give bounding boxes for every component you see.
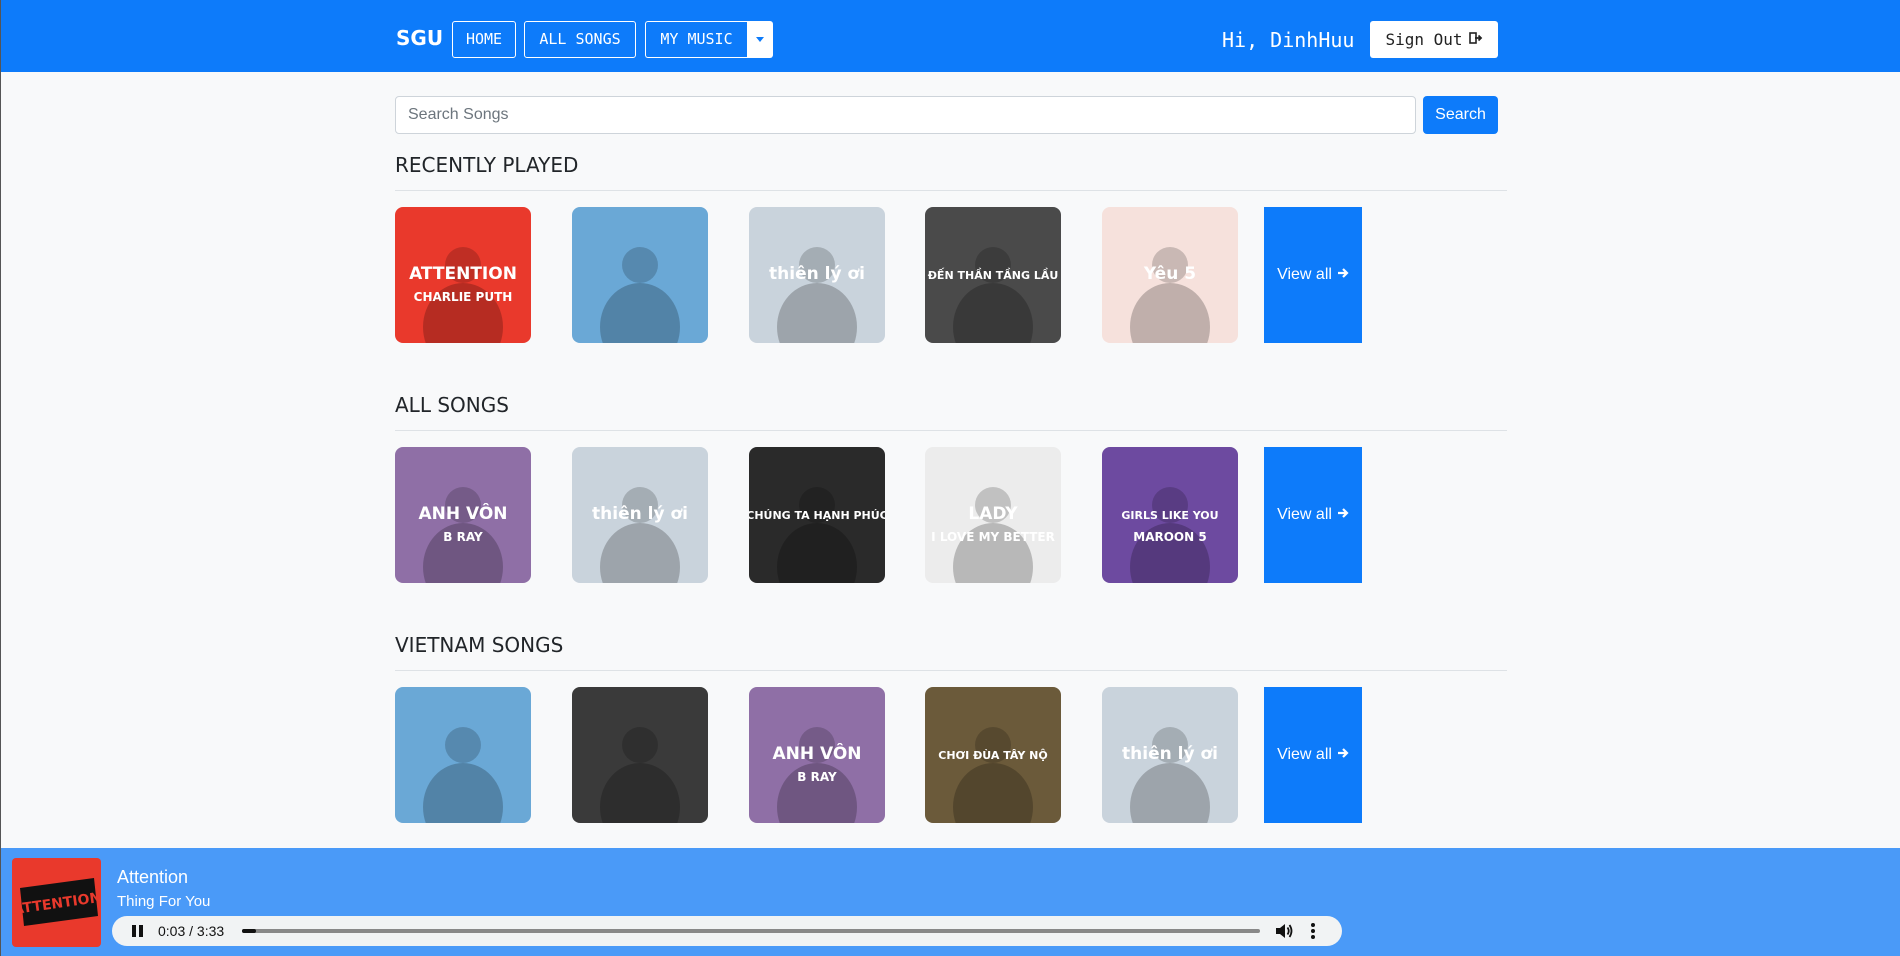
now-playing-title: Attention [117, 867, 189, 887]
view-all-label: View all [1277, 506, 1332, 523]
view-all-button[interactable]: View all [1264, 207, 1362, 343]
nav-all-songs-button[interactable]: ALL SONGS [524, 21, 636, 58]
album-cover-art: ATTENTION CHARLIE PUTH [395, 207, 531, 343]
album-cover-subtext: I LOVE MY BETTER [931, 530, 1055, 544]
my-music-dropdown-toggle[interactable] [747, 21, 773, 58]
section-title-recently-played: RECENTLY PLAYED [395, 153, 579, 177]
playback-time: 0:03 / 3:33 [158, 923, 225, 939]
album-card[interactable] [572, 687, 708, 823]
album-cover-art: thiên lý ơi [572, 447, 708, 583]
album-card[interactable]: LADY I LOVE MY BETTER [925, 447, 1061, 583]
section-divider [395, 430, 1507, 431]
album-card[interactable]: ANH VÔN B RAY [749, 687, 885, 823]
brand-logo[interactable]: SGU [396, 26, 443, 50]
album-card[interactable] [572, 207, 708, 343]
album-card[interactable]: thiên lý ơi [749, 207, 885, 343]
now-playing-artist: Thing For You [117, 893, 211, 910]
album-card[interactable] [395, 687, 531, 823]
navbar: SGU HOME ALL SONGS MY MUSIC Hi, DinhHuu … [1, 0, 1900, 72]
recently-played-row: ATTENTION CHARLIE PUTH thiên lý ơi ĐẾN THẦN… [395, 207, 1507, 343]
arrow-right-icon [1337, 746, 1349, 764]
album-cover-art: ANH VÔN B RAY [395, 447, 531, 583]
album-cover-text: thiên lý ơi [592, 504, 688, 524]
section-divider [395, 670, 1507, 671]
all-songs-row: ANH VÔN B RAY thiên lý ơi CHÚNG TA HẠNH PHÚ… [395, 447, 1507, 583]
album-card[interactable]: thiên lý ơi [1102, 687, 1238, 823]
sign-out-button[interactable]: Sign Out [1370, 21, 1498, 58]
album-cover-text: CHƠI ĐÙA TÂY NỘ [938, 749, 1047, 762]
album-card[interactable]: ANH VÔN B RAY [395, 447, 531, 583]
album-cover-art [395, 687, 531, 823]
sign-out-label: Sign Out [1385, 30, 1463, 49]
album-cover-art [572, 687, 708, 823]
album-cover-text: Yêu 5 [1143, 264, 1196, 284]
album-cover-art [572, 207, 708, 343]
section-divider [395, 190, 1507, 191]
album-cover-art: CHƠI ĐÙA TÂY NỘ [925, 687, 1061, 823]
album-cover-art: ĐẾN THẦN TẦNG LẦU [925, 207, 1061, 343]
audio-controls: 0:03 / 3:33 [112, 916, 1342, 946]
view-all-button[interactable]: View all [1264, 447, 1362, 583]
album-cover-subtext: MAROON 5 [1133, 530, 1206, 544]
search-button[interactable]: Search [1423, 96, 1498, 134]
album-cover-text: thiên lý ơi [1122, 744, 1218, 764]
album-cover-art: CHÚNG TA HẠNH PHÚC [749, 447, 885, 583]
user-greeting: Hi, DinhHuu [1222, 28, 1355, 52]
album-cover-text: GIRLS LIKE YOU [1121, 509, 1218, 522]
album-card[interactable]: ĐẾN THẦN TẦNG LẦU [925, 207, 1061, 343]
album-cover-text: ANH VÔN [418, 502, 507, 524]
album-cover-art: ANH VÔN B RAY [749, 687, 885, 823]
music-player: ATTENTION Attention Thing For You 0:03 /… [1, 848, 1900, 956]
arrow-right-icon [1337, 266, 1349, 284]
album-cover-subtext: CHARLIE PUTH [414, 290, 513, 304]
album-cover-subtext: B RAY [797, 770, 837, 784]
album-cover-art: LADY I LOVE MY BETTER [925, 447, 1061, 583]
album-card[interactable]: GIRLS LIKE YOU MAROON 5 [1102, 447, 1238, 583]
album-cover-art: thiên lý ơi [1102, 687, 1238, 823]
volume-icon[interactable] [1274, 922, 1294, 940]
album-cover-subtext: B RAY [443, 530, 483, 544]
album-cover-art: Yêu 5 [1102, 207, 1238, 343]
album-cover-art: thiên lý ơi [749, 207, 885, 343]
album-card[interactable]: thiên lý ơi [572, 447, 708, 583]
view-all-label: View all [1277, 266, 1332, 283]
more-options-icon[interactable] [1309, 923, 1317, 939]
section-title-all-songs: ALL SONGS [395, 393, 509, 417]
album-card[interactable]: CHÚNG TA HẠNH PHÚC [749, 447, 885, 583]
search-input[interactable] [395, 96, 1416, 134]
pause-icon[interactable] [132, 925, 144, 937]
album-cover-text: ATTENTION [409, 264, 517, 284]
album-cover-text: thiên lý ơi [769, 264, 865, 284]
sign-out-icon [1468, 31, 1483, 49]
now-playing-cover: ATTENTION [12, 858, 101, 947]
album-cover-text: CHÚNG TA HẠNH PHÚC [749, 509, 885, 522]
nav-my-music-button[interactable]: MY MUSIC [645, 21, 747, 58]
section-title-vietnam-songs: VIETNAM SONGS [395, 633, 564, 657]
album-card[interactable]: Yêu 5 [1102, 207, 1238, 343]
album-card[interactable]: CHƠI ĐÙA TÂY NỘ [925, 687, 1061, 823]
progress-bar[interactable] [242, 929, 1260, 933]
album-cover-text: LADY [968, 504, 1018, 524]
album-cover-art: GIRLS LIKE YOU MAROON 5 [1102, 447, 1238, 583]
vietnam-songs-row: ANH VÔN B RAY CHƠI ĐÙA TÂY NỘ thiên lý ơi Vi… [395, 687, 1507, 823]
album-cover-text: ANH VÔN [772, 742, 861, 764]
nav-home-button[interactable]: HOME [452, 21, 516, 58]
album-card[interactable]: ATTENTION CHARLIE PUTH [395, 207, 531, 343]
album-cover-text: ĐẾN THẦN TẦNG LẦU [928, 267, 1059, 282]
view-all-button[interactable]: View all [1264, 687, 1362, 823]
progress-fill [242, 929, 257, 933]
view-all-label: View all [1277, 746, 1332, 763]
arrow-right-icon [1337, 506, 1349, 524]
